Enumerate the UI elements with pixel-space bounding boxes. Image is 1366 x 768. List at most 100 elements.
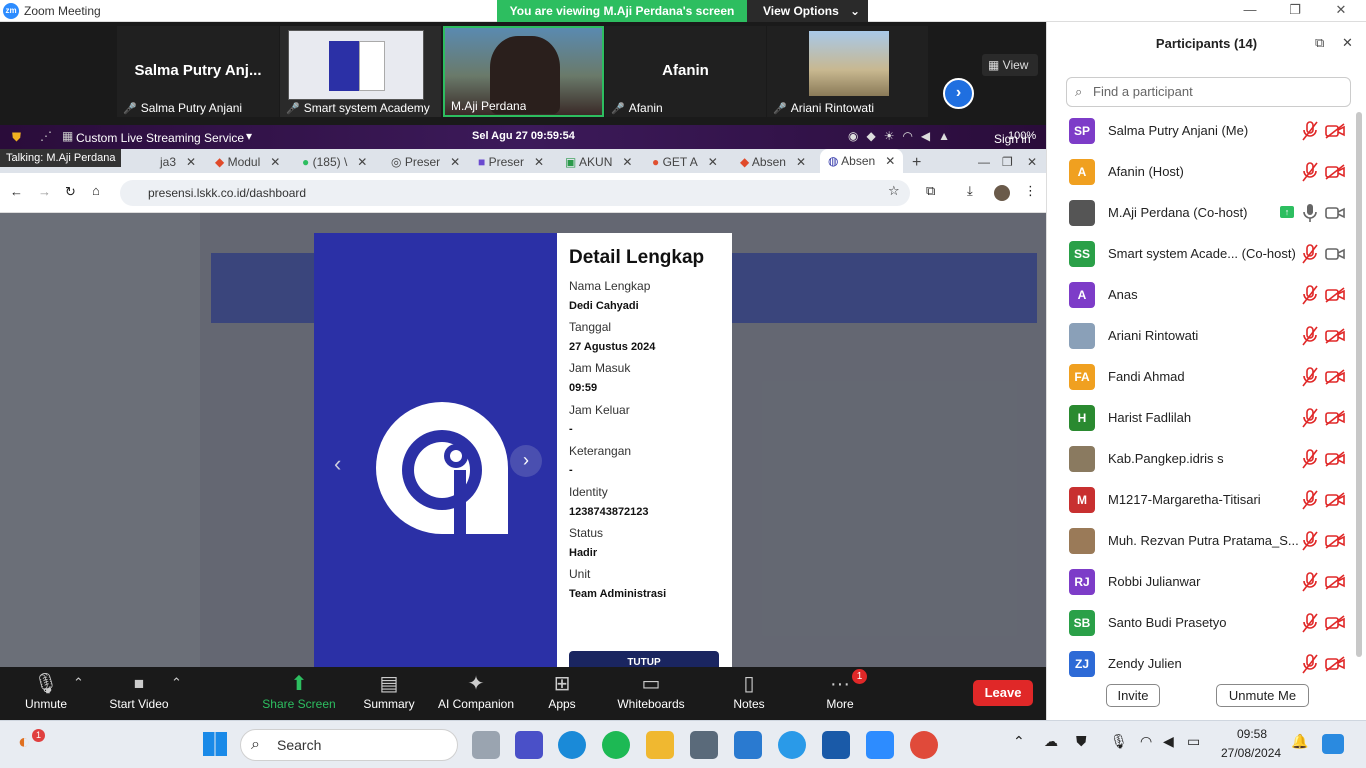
browser-tab[interactable]: ▣ AKUN ✕ [565,152,632,173]
share-screen-button[interactable]: ⬆ Share Screen [260,671,338,711]
video-tile[interactable]: Afanin 🎤 Afanin [605,26,766,117]
leave-button[interactable]: Leave [973,680,1033,706]
cloud-icon[interactable]: ☁ [1044,733,1058,750]
participant-row[interactable]: Ariani Rintowati [1047,316,1357,357]
bell-icon[interactable]: 🔔 [1291,733,1308,750]
video-tile[interactable]: 🎤 Smart system Academy [280,26,441,117]
video-tile[interactable]: Salma Putry Anj... 🎤 Salma Putry Anjani [117,26,279,117]
participant-search-input[interactable]: ⌕ Find a participant [1066,77,1351,107]
avatar[interactable] [994,185,1010,201]
notification-badge: 1 [32,729,45,742]
menu-icon[interactable]: ⋮ [1024,183,1037,199]
mic-muted-icon [1301,489,1319,511]
participant-row[interactable]: SB Santo Budi Prasetyo [1047,603,1357,644]
home-icon[interactable]: ⌂ [92,183,100,198]
browser-tab[interactable]: ■ Preser ✕ [478,152,544,173]
extensions-icon[interactable]: ⧉ [926,183,935,199]
taskbar-time[interactable]: 09:58 [1237,727,1267,741]
participant-row[interactable]: Muh. Rezvan Putra Pratama_S... [1047,521,1357,562]
store-icon[interactable] [734,731,762,759]
close-button[interactable]: ✕ [1318,0,1364,22]
zoom-taskbar-icon[interactable] [866,731,894,759]
chevron-up-icon[interactable]: ⌃ [73,675,84,691]
participant-row[interactable]: FA Fandi Ahmad [1047,357,1357,398]
browser-tab[interactable]: ◎ Preser ✕ [391,152,460,173]
copilot-icon[interactable] [1322,734,1344,754]
teams-icon[interactable] [515,731,543,759]
chevron-left-icon[interactable]: ‹ [334,451,341,477]
tile-label: Salma Putry Anjani [140,101,243,115]
apps-button[interactable]: ⊞ Apps [540,671,584,711]
url-field[interactable]: presensi.lskk.co.id/dashboard [120,180,910,206]
mic-muted-icon [1301,571,1319,593]
forward-icon[interactable]: → [38,184,51,199]
participant-row[interactable]: A Afanin (Host) [1047,152,1357,193]
unmute-me-button[interactable]: Unmute Me [1216,684,1309,707]
help-icon[interactable] [778,731,806,759]
minimize-button[interactable]: — [1227,0,1273,22]
tile-label: Ariani Rintowati [790,101,875,115]
browser-tab-bar: ja3 ✕ ◆ Modul ✕ ● (185) \ ✕ ◎ Preser ✕ ■ Pre… [0,149,1046,173]
view-options-button[interactable]: View Options ⌄ [747,0,868,22]
scrollbar[interactable] [1356,112,1362,657]
participant-row[interactable]: H Harist Fadlilah [1047,398,1357,439]
participant-row[interactable]: ↑ M.Aji Perdana (Co-host) [1047,193,1357,234]
popout-icon[interactable]: ⧉ [1315,35,1324,51]
browser-tab[interactable]: ● (185) \ ✕ [302,152,367,173]
sign-in-label: Sign in [994,132,1031,146]
browser-tab[interactable]: ● GET A ✕ [652,152,718,173]
calculator-icon[interactable] [690,731,718,759]
windows-start-icon[interactable] [203,732,227,756]
ai-companion-button[interactable]: ✦ AI Companion [434,671,518,711]
summary-button[interactable]: ▤ Summary [360,671,418,711]
chevron-right-button[interactable]: › [510,445,542,477]
taskbar-search[interactable]: ⌕ Search [240,729,458,761]
chevron-up-icon[interactable]: ⌃ [1013,733,1025,750]
whiteboards-button[interactable]: ▭ Whiteboards [614,671,688,711]
close-icon[interactable]: ✕ [1027,152,1037,173]
tutup-button[interactable]: TUTUP [569,651,719,667]
browser-tab[interactable]: ja3 ✕ [160,152,196,173]
new-tab-button[interactable]: + [912,152,921,173]
participant-row[interactable]: SS Smart system Acade... (Co-host) [1047,234,1357,275]
chrome-icon[interactable] [910,731,938,759]
edge-icon[interactable] [558,731,586,759]
browser-tab-active[interactable]: ◍ Absen ✕ [820,149,904,173]
unmute-button[interactable]: 🎙 Unmute [20,671,72,711]
file-explorer-icon[interactable] [646,731,674,759]
participant-row[interactable]: RJ Robbi Julianwar [1047,562,1357,603]
reload-icon[interactable]: ↻ [65,184,76,200]
chevron-up-icon[interactable]: ⌃ [171,675,182,691]
video-tile-active-speaker[interactable]: M.Aji Perdana [443,26,604,117]
browser-tab[interactable]: ◆ Modul ✕ [215,152,280,173]
app-icon[interactable] [822,731,850,759]
mic-icon[interactable]: 🎙 [1110,733,1128,750]
invite-button[interactable]: Invite [1106,684,1160,707]
taskbar-date[interactable]: 27/08/2024 [1221,746,1281,760]
participant-row[interactable]: Kab.Pangkep.idris s [1047,439,1357,480]
next-page-button[interactable]: › [943,78,974,109]
participant-row[interactable]: A Anas [1047,275,1357,316]
task-view-icon[interactable] [472,731,500,759]
browser-tab[interactable]: ◆ Absen ✕ [740,152,806,173]
participant-row[interactable]: SP Salma Putry Anjani (Me) [1047,111,1357,152]
notes-button[interactable]: ▯ Notes [728,671,770,711]
widgets-icon[interactable]: ◐ [18,731,30,754]
view-button[interactable]: ▦ View [982,54,1038,76]
close-icon[interactable]: ✕ [1342,35,1353,51]
start-video-button[interactable]: ⏹ Start Video [104,671,174,711]
download-icon[interactable]: ⤓ [967,183,973,199]
battery-icon[interactable]: ▭ [1187,733,1200,750]
participant-row[interactable]: ZJ Zendy Julien [1047,644,1357,685]
restore-button[interactable]: ❐ [1272,0,1318,22]
participant-row[interactable]: M M1217-Margaretha-Titisari [1047,480,1357,521]
restore-icon[interactable]: ❐ [1002,152,1013,173]
spotify-icon[interactable] [602,731,630,759]
wifi-icon[interactable]: ◠ [1140,733,1152,750]
minimize-icon[interactable]: — [978,152,990,173]
shield-icon[interactable]: ⛊ [1076,733,1087,750]
volume-icon[interactable]: ◀ [1163,733,1174,750]
star-icon[interactable]: ☆ [888,183,900,199]
video-tile[interactable]: 🎤 Ariani Rintowati [767,26,928,117]
back-icon[interactable]: ← [10,184,23,199]
